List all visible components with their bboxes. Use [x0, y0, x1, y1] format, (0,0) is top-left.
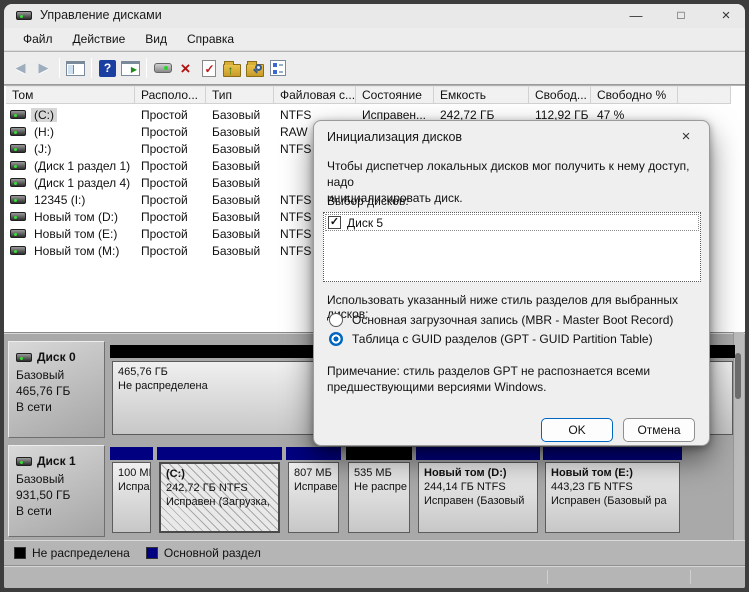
- volume-icon: [10, 195, 26, 204]
- legend-unallocated: Не распределена: [14, 546, 130, 560]
- status-bar: [4, 565, 745, 588]
- disk1-partition-c[interactable]: (C:) 242,72 ГБ NTFS Исправен (Загрузка,: [157, 447, 282, 536]
- disk-icon: [16, 457, 32, 466]
- disk-status: В сети: [16, 399, 104, 415]
- volume-name: (Диск 1 раздел 4): [31, 176, 133, 190]
- volume-name: (J:): [31, 142, 54, 156]
- unallocated-swatch: [14, 547, 26, 559]
- folder-up-icon[interactable]: ↑: [220, 57, 243, 80]
- menu-help[interactable]: Справка: [178, 30, 243, 48]
- toolbar: ◀ ▶ ? ▶ × ↑: [4, 52, 745, 85]
- primary-partition-swatch: [146, 547, 158, 559]
- menu-action[interactable]: Действие: [64, 30, 135, 48]
- disk-select-listbox[interactable]: ✓ Диск 5: [323, 212, 701, 282]
- gpt-radio[interactable]: [329, 332, 343, 346]
- cell-layout: Простой: [135, 108, 206, 122]
- volume-name: (H:): [31, 125, 57, 139]
- disk1-label[interactable]: Диск 1 Базовый 931,50 ГБ В сети: [8, 445, 105, 537]
- delete-icon[interactable]: ×: [174, 57, 197, 80]
- scrollbar-thumb[interactable]: [735, 353, 741, 399]
- volume-name: (Диск 1 раздел 1): [31, 159, 133, 173]
- legend-bar: Не распределена Основной раздел: [4, 540, 745, 565]
- disk1-partition-e[interactable]: Новый том (E:) 443,23 ГБ NTFS Исправен (…: [543, 447, 682, 536]
- menu-view[interactable]: Вид: [136, 30, 176, 48]
- volume-name: Новый том (M:): [31, 244, 122, 258]
- forward-icon[interactable]: ▶: [32, 57, 55, 80]
- disk-name: Диск 0: [37, 349, 76, 365]
- disk1-partition-unallocated[interactable]: 535 МБ Не распре: [346, 447, 412, 536]
- status-separator: [547, 570, 548, 584]
- volume-name: Новый том (E:): [31, 227, 120, 241]
- menu-bar: Файл Действие Вид Справка: [4, 28, 745, 51]
- minimize-button[interactable]: —: [621, 4, 651, 28]
- disk-select-label: Выбор дисков:: [327, 194, 409, 208]
- dialog-close-icon[interactable]: ×: [673, 125, 699, 149]
- header-filesystem[interactable]: Файловая с...: [274, 86, 356, 104]
- disk-type: Базовый: [16, 367, 104, 383]
- folder-search-icon[interactable]: [243, 57, 266, 80]
- remote-connect-icon[interactable]: [151, 57, 174, 80]
- volume-icon: [10, 212, 26, 221]
- action-pane-icon[interactable]: ▶: [119, 57, 142, 80]
- help-icon[interactable]: ?: [96, 57, 119, 80]
- properties-icon[interactable]: [266, 57, 289, 80]
- disk5-label: Диск 5: [347, 216, 383, 230]
- disk5-checkbox[interactable]: ✓: [328, 216, 341, 229]
- disk-icon: [16, 353, 32, 362]
- volume-name: (C:): [31, 108, 57, 122]
- maximize-button[interactable]: □: [666, 4, 696, 28]
- header-status[interactable]: Состояние: [356, 86, 434, 104]
- menu-file[interactable]: Файл: [14, 30, 62, 48]
- legend-primary: Основной раздел: [146, 546, 261, 560]
- window-title: Управление дисками: [40, 8, 162, 22]
- volume-icon: [10, 144, 26, 153]
- console-tree-icon[interactable]: [64, 57, 87, 80]
- app-icon: [16, 11, 32, 20]
- disk5-list-item[interactable]: ✓ Диск 5: [325, 214, 699, 231]
- gpt-option[interactable]: Таблица с GUID разделов (GPT - GUID Part…: [329, 332, 653, 346]
- initialize-disks-dialog: Инициализация дисков × Чтобы диспетчер л…: [313, 120, 710, 446]
- disk0-label[interactable]: Диск 0 Базовый 465,76 ГБ В сети: [8, 341, 105, 438]
- volume-icon: [10, 178, 26, 187]
- volume-icon: [10, 110, 26, 119]
- disk-name: Диск 1: [37, 453, 76, 469]
- header-blank: [678, 86, 731, 104]
- mbr-option[interactable]: Основная загрузочная запись (MBR - Maste…: [329, 313, 673, 327]
- header-volume[interactable]: Том: [6, 86, 135, 104]
- volume-icon: [10, 229, 26, 238]
- volume-icon: [10, 127, 26, 136]
- back-icon[interactable]: ◀: [9, 57, 32, 80]
- header-free[interactable]: Свобод...: [529, 86, 591, 104]
- disk1-partition-recovery[interactable]: 807 МБ Исправен: [286, 447, 341, 536]
- header-free-pct[interactable]: Свободно %: [591, 86, 678, 104]
- check-document-icon[interactable]: [197, 57, 220, 80]
- toolbar-separator: [59, 58, 60, 78]
- disk-size: 931,50 ГБ: [16, 487, 104, 503]
- header-type[interactable]: Тип: [206, 86, 274, 104]
- mbr-radio[interactable]: [329, 313, 343, 327]
- toolbar-separator: [146, 58, 147, 78]
- cancel-button[interactable]: Отмена: [623, 418, 695, 442]
- volume-icon: [10, 246, 26, 255]
- dialog-note: Примечание: стиль разделов GPT не распоз…: [327, 363, 650, 395]
- dialog-title: Инициализация дисков: [327, 130, 462, 144]
- volume-name: Новый том (D:): [31, 210, 121, 224]
- volume-icon: [10, 161, 26, 170]
- close-button[interactable]: ×: [711, 4, 741, 28]
- header-capacity[interactable]: Емкость: [434, 86, 529, 104]
- title-bar: Управление дисками — □ ×: [4, 4, 745, 28]
- volume-list-header: Том Располо... Тип Файловая с... Состоян…: [6, 86, 731, 104]
- disk1-partition-system[interactable]: 100 МБ Исправ: [110, 447, 153, 536]
- disk-management-window: Управление дисками — □ × Файл Действие В…: [4, 4, 745, 588]
- disk1-partition-d[interactable]: Новый том (D:) 244,14 ГБ NTFS Исправен (…: [416, 447, 540, 536]
- toolbar-separator: [91, 58, 92, 78]
- disk-status: В сети: [16, 503, 104, 519]
- disk-type: Базовый: [16, 471, 104, 487]
- disk-size: 465,76 ГБ: [16, 383, 104, 399]
- cell-type: Базовый: [206, 108, 274, 122]
- status-separator: [690, 570, 691, 584]
- header-layout[interactable]: Располо...: [135, 86, 206, 104]
- ok-button[interactable]: OK: [541, 418, 613, 442]
- volume-name: 12345 (I:): [31, 193, 88, 207]
